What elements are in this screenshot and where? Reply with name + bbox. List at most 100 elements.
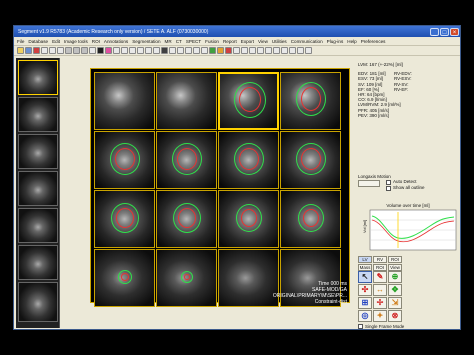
image-slice[interactable] bbox=[94, 249, 155, 307]
endocardium-contour[interactable] bbox=[301, 148, 321, 170]
endocardium-contour[interactable] bbox=[121, 273, 129, 281]
image-slice[interactable] bbox=[156, 190, 217, 248]
image-slice[interactable] bbox=[156, 72, 217, 130]
endocardium-contour[interactable] bbox=[178, 208, 196, 228]
settings-icon[interactable] bbox=[305, 47, 312, 54]
play-icon[interactable] bbox=[241, 47, 248, 54]
scale-tool[interactable]: ↔ bbox=[373, 284, 387, 296]
menu-help[interactable]: Help bbox=[347, 39, 356, 44]
expand-tool[interactable]: ⇲ bbox=[388, 297, 402, 309]
tab-lv[interactable]: LV bbox=[358, 256, 372, 263]
image-slice[interactable] bbox=[280, 131, 341, 189]
endocardium-contour[interactable] bbox=[301, 87, 321, 111]
point-icon[interactable] bbox=[177, 47, 184, 54]
add-tool[interactable]: ⊕ bbox=[388, 271, 402, 283]
auto-detect-checkbox[interactable] bbox=[386, 179, 391, 185]
thumbnail[interactable] bbox=[18, 208, 58, 243]
pointer-tool[interactable]: ↖ bbox=[358, 271, 372, 283]
endocardium-contour[interactable] bbox=[184, 274, 190, 280]
slice-up-icon[interactable] bbox=[273, 47, 280, 54]
tab-view[interactable]: View bbox=[388, 264, 402, 271]
zoom-in-icon[interactable] bbox=[121, 47, 128, 54]
tab-roi-2[interactable]: ROI bbox=[373, 264, 387, 271]
menu-database[interactable]: Database bbox=[28, 39, 48, 44]
menu-edit[interactable]: Edit bbox=[52, 39, 60, 44]
text-icon[interactable] bbox=[185, 47, 192, 54]
grid-2-icon[interactable] bbox=[49, 47, 56, 54]
image-slice[interactable] bbox=[218, 72, 279, 130]
image-slice[interactable] bbox=[94, 131, 155, 189]
tab-rv[interactable]: RV bbox=[373, 256, 387, 263]
menu-annotations[interactable]: Annotations bbox=[104, 39, 128, 44]
translate-tool[interactable]: ✥ bbox=[388, 284, 402, 296]
menu-mr[interactable]: MR bbox=[165, 39, 172, 44]
undo-icon[interactable] bbox=[193, 47, 200, 54]
redo-icon[interactable] bbox=[201, 47, 208, 54]
crop-icon[interactable] bbox=[113, 47, 120, 54]
menu-export[interactable]: Export bbox=[241, 39, 254, 44]
show-all-checkbox[interactable] bbox=[386, 185, 391, 191]
contrast-icon[interactable] bbox=[161, 47, 168, 54]
image-slice[interactable] bbox=[156, 249, 217, 307]
close-button[interactable]: × bbox=[450, 27, 459, 36]
segment-lv-icon[interactable] bbox=[209, 47, 216, 54]
menu-fusion[interactable]: Fusion bbox=[205, 39, 219, 44]
volume-curve-plot[interactable]: Vol [ml] bbox=[358, 208, 458, 258]
menu-utilities[interactable]: Utilities bbox=[272, 39, 287, 44]
tab-roi[interactable]: ROI bbox=[388, 256, 402, 263]
stop-icon[interactable] bbox=[249, 47, 256, 54]
single-frame-checkbox[interactable] bbox=[358, 324, 363, 329]
menu-report[interactable]: Report bbox=[223, 39, 237, 44]
move-tool[interactable]: ✣ bbox=[358, 284, 372, 296]
close-image-icon[interactable] bbox=[33, 47, 40, 54]
endocardium-contour[interactable] bbox=[239, 87, 261, 112]
image-slice[interactable] bbox=[156, 131, 217, 189]
minimize-button[interactable]: _ bbox=[430, 27, 439, 36]
ruler-icon[interactable] bbox=[169, 47, 176, 54]
flip-icon[interactable] bbox=[153, 47, 160, 54]
thumbnail[interactable] bbox=[18, 97, 58, 132]
endocardium-contour[interactable] bbox=[241, 209, 257, 227]
point-tool[interactable]: ✦ bbox=[373, 310, 387, 322]
next-frame-icon[interactable] bbox=[265, 47, 272, 54]
grid-3-icon[interactable] bbox=[57, 47, 64, 54]
menu-plugins[interactable]: Plug-ins bbox=[327, 39, 344, 44]
menu-segmentation[interactable]: Segmentation bbox=[132, 39, 160, 44]
refine-tool[interactable]: ✢ bbox=[373, 297, 387, 309]
view-four-icon[interactable] bbox=[81, 47, 88, 54]
thumbnail[interactable] bbox=[18, 245, 58, 280]
tab-mass[interactable]: Mass bbox=[358, 264, 372, 271]
endocardium-contour[interactable] bbox=[115, 148, 135, 170]
roi-tool[interactable]: ◎ bbox=[358, 310, 372, 322]
save-icon[interactable] bbox=[25, 47, 32, 54]
image-slice[interactable] bbox=[94, 190, 155, 248]
mag-icon[interactable] bbox=[105, 47, 112, 54]
menu-communication[interactable]: Communication bbox=[291, 39, 323, 44]
endocardium-contour[interactable] bbox=[239, 148, 259, 170]
draw-tool[interactable]: ✎ bbox=[373, 271, 387, 283]
menu-image-tools[interactable]: Image tools bbox=[64, 39, 88, 44]
pan-icon[interactable] bbox=[137, 47, 144, 54]
grid-1-icon[interactable] bbox=[41, 47, 48, 54]
menu-view[interactable]: View bbox=[258, 39, 268, 44]
movie-icon[interactable] bbox=[233, 47, 240, 54]
menu-file[interactable]: File bbox=[17, 39, 24, 44]
report-icon[interactable] bbox=[289, 47, 296, 54]
grid-tool[interactable]: ⊞ bbox=[358, 297, 372, 309]
endocardium-contour[interactable] bbox=[177, 148, 197, 170]
image-montage[interactable] bbox=[90, 68, 350, 307]
image-slice[interactable] bbox=[280, 190, 341, 248]
image-slice[interactable] bbox=[218, 131, 279, 189]
menu-preferences[interactable]: Preferences bbox=[361, 39, 386, 44]
longaxis-dropdown[interactable] bbox=[358, 180, 380, 188]
image-slice[interactable] bbox=[280, 72, 341, 130]
endocardium-contour[interactable] bbox=[116, 208, 134, 228]
menu-spect[interactable]: SPECT bbox=[186, 39, 201, 44]
view-one-icon[interactable] bbox=[65, 47, 72, 54]
thumbnail[interactable] bbox=[18, 60, 58, 95]
endocardium-contour[interactable] bbox=[303, 209, 319, 227]
panel-icon[interactable] bbox=[89, 47, 96, 54]
segment-rv-icon[interactable] bbox=[217, 47, 224, 54]
delete-icon[interactable] bbox=[225, 47, 232, 54]
export-icon[interactable] bbox=[297, 47, 304, 54]
